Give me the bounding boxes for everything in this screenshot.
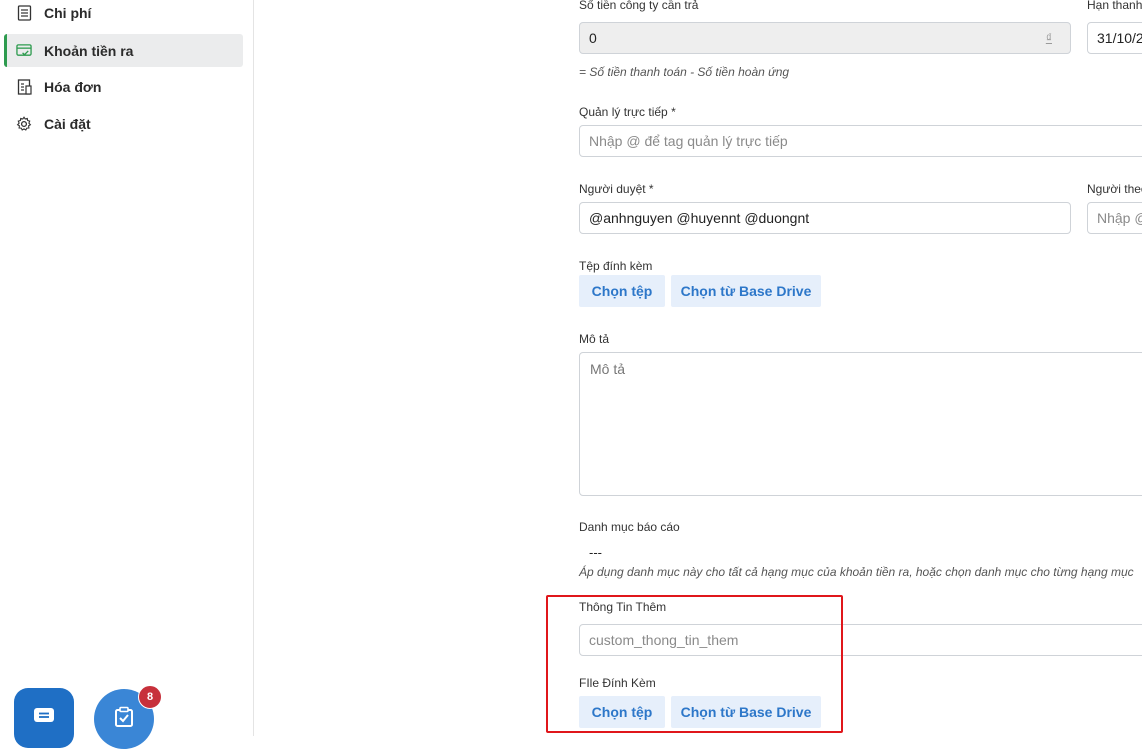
report-category-select[interactable]: ---: [589, 545, 602, 560]
report-category-hint: Áp dụng danh mục này cho tất cả hạng mục…: [579, 565, 1134, 579]
deadline-date-field[interactable]: 31/10/2: [1087, 22, 1142, 54]
deadline-date-value: 31/10/2: [1097, 30, 1142, 46]
sidebar-item-chi-phi[interactable]: Chi phí: [4, 0, 243, 29]
manager-text-input[interactable]: [589, 133, 1142, 149]
document-list-icon: [16, 4, 32, 21]
sidebar-item-hoa-don[interactable]: Hóa đơn: [4, 70, 243, 103]
notification-badge: 8: [138, 685, 162, 709]
followers-input[interactable]: [1087, 202, 1142, 234]
currency-symbol: ₫: [1045, 31, 1052, 45]
invoice-icon: [16, 78, 32, 95]
sidebar-item-cai-dat[interactable]: Cài đặt: [4, 107, 243, 140]
company-pay-hint: = Số tiền thanh toán - Số tiền hoàn ứng: [579, 65, 790, 79]
extra-choose-file-button[interactable]: Chọn tệp: [579, 696, 665, 728]
followers-label: Người theo: [1087, 182, 1142, 196]
approvers-input[interactable]: @anhnguyen @huyennt @duongnt: [579, 202, 1071, 234]
manager-label: Quản lý trực tiếp *: [579, 105, 676, 119]
report-category-label: Danh mục báo cáo: [579, 520, 680, 534]
extra-file-label: FIle Đính Kèm: [579, 676, 656, 690]
sidebar-item-label: Hóa đơn: [44, 78, 102, 95]
choose-file-button[interactable]: Chọn tệp: [579, 275, 665, 307]
approvers-label: Người duyệt *: [579, 182, 654, 196]
sidebar-item-label: Cài đặt: [44, 115, 91, 132]
deadline-label: Hạn thanh: [1087, 0, 1142, 12]
company-pay-value: 0: [589, 30, 597, 46]
manager-input[interactable]: [579, 125, 1142, 157]
choose-drive-button[interactable]: Chọn từ Base Drive: [671, 275, 821, 307]
payment-card-icon: [16, 43, 32, 59]
company-pay-field: 0 ₫: [579, 22, 1071, 54]
company-pay-label: Số tiền công ty cần trả: [579, 0, 699, 12]
followers-text-input[interactable]: [1097, 210, 1142, 226]
extra-info-input[interactable]: [579, 624, 1142, 656]
gear-icon: [16, 115, 32, 132]
description-textarea[interactable]: [579, 352, 1142, 496]
sidebar: Chi phí Khoản tiền ra Hóa đơn Cài đặt 8: [0, 0, 254, 749]
extra-info-label: Thông Tin Thêm: [579, 600, 667, 614]
sidebar-item-label: Chi phí: [44, 4, 92, 21]
description-label: Mô tả: [579, 332, 610, 346]
approvers-value: @anhnguyen @huyennt @duongnt: [589, 210, 810, 226]
chat-button[interactable]: [14, 688, 74, 748]
extra-choose-drive-button[interactable]: Chọn từ Base Drive: [671, 696, 821, 728]
extra-info-text-input[interactable]: [589, 632, 1142, 648]
sidebar-item-label: Khoản tiền ra: [44, 42, 134, 59]
sidebar-item-khoan-tien-ra[interactable]: Khoản tiền ra: [4, 34, 243, 67]
attachments-label: Tệp đính kèm: [579, 259, 653, 273]
clipboard-check-icon: [114, 706, 134, 733]
chat-icon: [32, 705, 56, 732]
